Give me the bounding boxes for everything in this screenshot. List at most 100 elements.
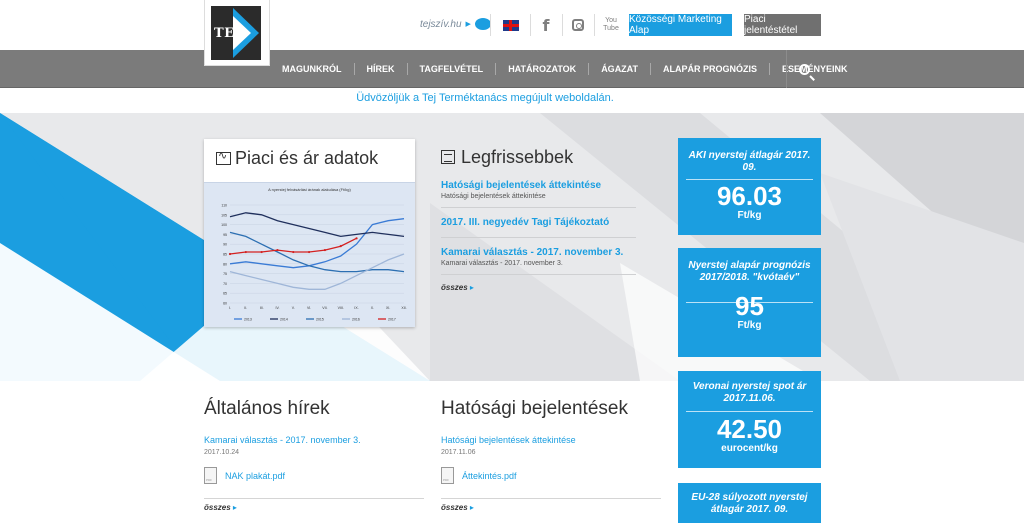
- nav-item[interactable]: ÁGAZAT: [589, 50, 650, 88]
- latest-item-headline[interactable]: 2017. III. negyedév Tagi Tájékoztató: [441, 216, 636, 229]
- x-tick-label: XII.: [401, 306, 406, 310]
- logo-text: TEJ: [214, 26, 242, 41]
- arrow-right-icon: ▸: [232, 503, 237, 512]
- price-box-aki[interactable]: AKI nyerstej átlagár 2017. 09. 96.03 Ft/…: [678, 138, 821, 235]
- latest-news: Legfrissebbek Hatósági bejelentések átte…: [441, 139, 636, 292]
- legend-label: 2016: [352, 318, 360, 322]
- data-point: [260, 250, 263, 254]
- divider: [441, 498, 661, 499]
- y-tick-label: 100: [221, 223, 227, 227]
- price-unit: Ft/kg: [737, 210, 762, 221]
- authority-more-label: összes: [441, 503, 468, 512]
- x-tick-label: IX.: [354, 306, 358, 310]
- market-data-title-text: Piaci és ár adatok: [235, 148, 379, 168]
- youtube-link[interactable]: You Tube: [600, 14, 622, 36]
- nav-item[interactable]: HÍREK: [355, 50, 407, 88]
- y-tick-label: 85: [223, 253, 227, 257]
- general-news-date: 2017.10.24: [204, 449, 240, 456]
- nav-item[interactable]: MAGUNKRÓL: [270, 50, 354, 88]
- y-tick-label: 80: [223, 262, 227, 266]
- x-tick-label: II.: [244, 306, 247, 310]
- price-unit: Ft/kg: [737, 320, 762, 331]
- latest-item-headline[interactable]: Kamarai választás - 2017. november 3.: [441, 246, 636, 259]
- authority-title: Hatósági bejelentések: [441, 398, 628, 419]
- latest-item[interactable]: 2017. III. negyedév Tagi Tájékoztató: [441, 208, 636, 238]
- market-data-card[interactable]: Piaci és ár adatok A nyerstej felvásárlá…: [204, 139, 415, 327]
- general-news-file-name[interactable]: NAK plakát.pdf: [225, 471, 285, 481]
- x-tick-label: IV.: [275, 306, 279, 310]
- authority-more-link[interactable]: összes ▸: [441, 503, 474, 512]
- price-label: AKI nyerstej átlagár 2017. 09.: [688, 150, 811, 173]
- language-switch[interactable]: [500, 14, 522, 36]
- x-tick-label: XI.: [386, 306, 390, 310]
- general-news-title: Általános hírek: [204, 398, 330, 419]
- x-tick-label: V.: [292, 306, 295, 310]
- divider: [594, 14, 595, 36]
- price-value: 96.03: [716, 181, 783, 211]
- facebook-icon: f: [542, 15, 550, 35]
- latest-item-headline[interactable]: Hatósági bejelentések áttekintése: [441, 179, 636, 192]
- legend-label: 2014: [280, 318, 288, 322]
- divider: [686, 411, 813, 412]
- nav-item[interactable]: TAGFELVÉTEL: [408, 50, 496, 88]
- price-box-forecast[interactable]: Nyerstej alapár prognózis 2017/2018. "kv…: [678, 248, 821, 357]
- y-tick-label: 95: [223, 233, 227, 237]
- facebook-link[interactable]: f: [536, 14, 556, 36]
- tejsziv-logo-icon: [474, 18, 491, 30]
- data-point: [307, 250, 311, 254]
- general-news-file[interactable]: NAK plakát.pdf: [204, 467, 285, 484]
- document-icon: [441, 150, 455, 164]
- authority-date: 2017.11.06: [441, 449, 476, 456]
- pdf-file-icon: [441, 467, 454, 484]
- x-tick-label: I.: [229, 306, 231, 310]
- y-tick-label: 110: [221, 204, 227, 208]
- market-data-title: Piaci és ár adatok: [216, 148, 378, 169]
- legend-label: 2013: [244, 318, 252, 322]
- divider: [204, 498, 424, 499]
- general-news-link[interactable]: Kamarai választás - 2017. november 3.: [204, 435, 361, 445]
- price-label: Veronai nyerstej spot ár 2017.11.06.: [692, 381, 807, 404]
- tejsziv-link[interactable]: tejszív.hu ▶: [420, 18, 491, 30]
- y-tick-label: 105: [221, 213, 227, 217]
- legend-label: 2017: [388, 318, 396, 322]
- latest-title: Legfrissebbek: [441, 139, 636, 175]
- data-point: [339, 245, 342, 248]
- divider: [686, 179, 813, 180]
- price-label: EU-28 súlyozott nyerstej átlagár 2017. 0…: [691, 492, 808, 515]
- y-tick-label: 65: [223, 292, 227, 296]
- main-nav: MAGUNKRÓL HÍREK TAGFELVÉTEL HATÁROZATOK ÁGAZ…: [0, 50, 1024, 88]
- price-box-verona[interactable]: Veronai nyerstej spot ár 2017.11.06. 42.…: [678, 371, 821, 468]
- market-report-button[interactable]: Piaci jelentéstétel: [744, 14, 821, 36]
- divider: [490, 14, 491, 36]
- x-tick-label: VI.: [307, 306, 311, 310]
- search-button[interactable]: [786, 50, 821, 88]
- latest-item-sub: Hatósági bejelentések áttekintése: [441, 193, 546, 200]
- data-point: [276, 248, 279, 252]
- x-tick-label: III.: [260, 306, 264, 310]
- tejsziv-label: tejszív.hu: [420, 18, 462, 30]
- arrow-right-icon: ▸: [469, 503, 474, 512]
- general-news-more-link[interactable]: összes ▸: [204, 503, 237, 512]
- authority-file[interactable]: Áttekintés.pdf: [441, 467, 517, 484]
- latest-item[interactable]: Hatósági bejelentések áttekintése Hatósá…: [441, 175, 636, 208]
- latest-item-sub: Kamarai választás - 2017. november 3.: [441, 260, 563, 267]
- price-box-eu28[interactable]: EU-28 súlyozott nyerstej átlagár 2017. 0…: [678, 483, 821, 523]
- price-chart[interactable]: A nyerstej felvásárlási árának alakulása…: [204, 182, 415, 327]
- data-point: [355, 237, 358, 240]
- series-line-2013: [229, 218, 405, 269]
- logo-mark: TEJ: [211, 6, 261, 60]
- community-marketing-button[interactable]: Közösségi Marketing Alap: [629, 14, 732, 36]
- latest-more-link[interactable]: összes ▸: [441, 283, 636, 292]
- welcome-message: Üdvözöljük a Tej Terméktanács megújult w…: [356, 92, 614, 104]
- nav-item[interactable]: ALAPÁR PROGNÓZIS: [651, 50, 769, 88]
- data-point: [228, 252, 232, 256]
- latest-more-label: összes: [441, 283, 468, 292]
- price-value: 95: [735, 291, 764, 321]
- latest-item[interactable]: Kamarai választás - 2017. november 3. Ka…: [441, 238, 636, 275]
- site-logo[interactable]: TEJ: [204, 0, 270, 66]
- price-value: 42.50: [716, 414, 783, 444]
- authority-link[interactable]: Hatósági bejelentések áttekintése: [441, 435, 576, 445]
- authority-file-name[interactable]: Áttekintés.pdf: [462, 471, 517, 481]
- nav-item[interactable]: HATÁROZATOK: [496, 50, 588, 88]
- instagram-link[interactable]: [568, 14, 588, 36]
